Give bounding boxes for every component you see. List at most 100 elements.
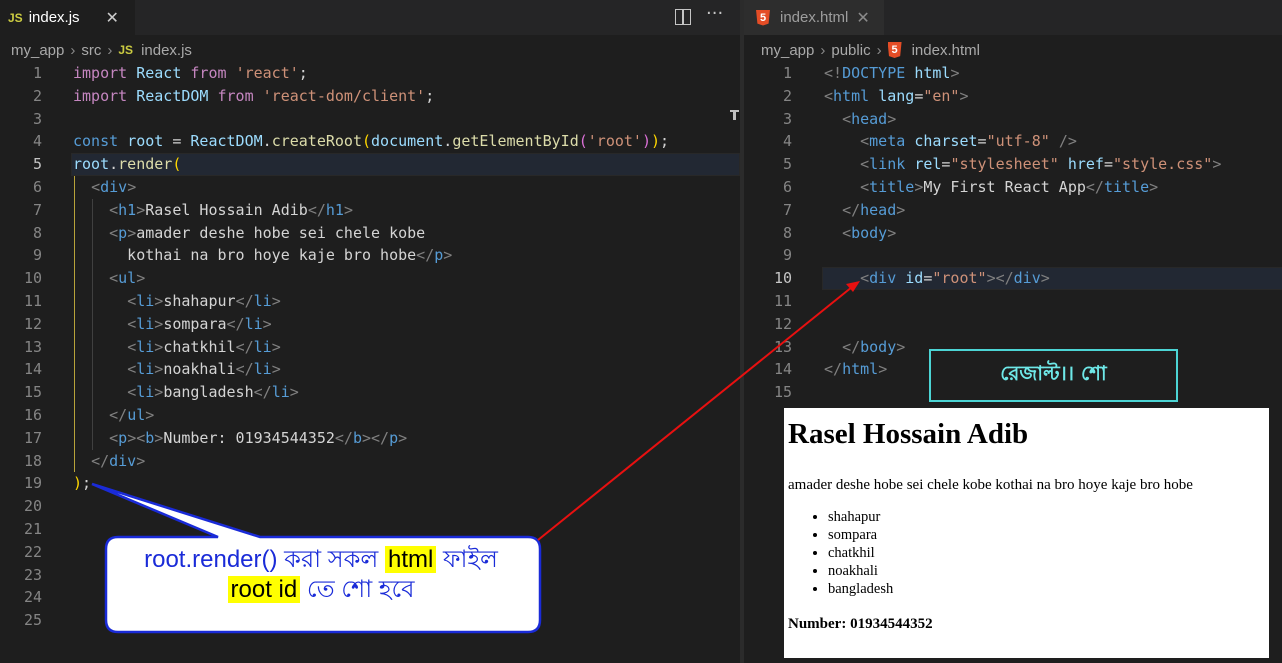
code-token: </ — [109, 406, 128, 424]
code-token: head — [851, 109, 888, 128]
code-text: </html> — [824, 358, 887, 381]
line-number: 7 — [32, 200, 42, 219]
code-token: from — [217, 86, 254, 105]
code-token: ; — [425, 86, 435, 105]
line-number: 20 — [23, 497, 42, 516]
code-token: < — [860, 178, 870, 196]
callout-text-pre: root.render() করা সকল — [144, 546, 385, 573]
line-number: 7 — [782, 200, 792, 219]
code-token: < — [127, 292, 137, 310]
code-token: < — [824, 86, 834, 105]
code-line: 10 <div id="root"></div> — [744, 267, 1282, 290]
code-line: 21 — [0, 518, 740, 541]
line-number: 10 — [773, 269, 792, 288]
breadcrumb-item[interactable]: index.js — [141, 42, 192, 59]
line-number: 8 — [782, 223, 792, 242]
code-token: > — [271, 337, 281, 356]
code-text: <p>amader deshe hobe sei chele kobe — [73, 222, 425, 245]
code-token: li — [244, 314, 263, 333]
breadcrumb-item[interactable]: my_app — [11, 42, 64, 59]
code-token: > — [950, 64, 960, 82]
code-token: ( — [578, 132, 588, 151]
code-token: > — [136, 451, 146, 470]
code-token: html — [833, 86, 870, 105]
code-token: < — [860, 269, 870, 288]
code-token: createRoot — [271, 132, 362, 151]
code-token: noakhali — [163, 360, 236, 379]
left-tab-bar: JS index.js ✕ ··· — [0, 0, 740, 35]
code-token: </ — [307, 200, 326, 219]
scrollbar-marker — [733, 110, 736, 120]
code-token: . — [109, 155, 119, 174]
code-text: <html lang="en"> — [824, 85, 969, 108]
code-token: meta — [869, 132, 906, 151]
indent-guide — [74, 176, 75, 473]
breadcrumb-item[interactable]: src — [81, 42, 101, 59]
line-number: 4 — [782, 132, 792, 151]
more-actions-icon[interactable]: ··· — [706, 3, 723, 24]
code-token: kothai na bro hoye kaje bro hobe — [73, 246, 417, 265]
code-token: = — [914, 86, 924, 105]
line-number: 14 — [23, 360, 42, 379]
breadcrumb-item[interactable]: my_app — [761, 42, 814, 59]
code-token: > — [896, 337, 906, 356]
line-number: 9 — [782, 246, 792, 265]
code-line: 3 <head> — [744, 108, 1282, 131]
split-editor-icon[interactable] — [675, 9, 691, 25]
breadcrumb-item[interactable]: public — [831, 42, 870, 59]
code-token: li — [136, 360, 155, 379]
code-token: amader deshe hobe sei chele kobe — [136, 223, 426, 242]
code-token: head — [860, 200, 897, 219]
code-token: li — [136, 337, 155, 356]
close-icon[interactable]: ✕ — [856, 8, 869, 28]
code-line: 3 — [0, 108, 740, 131]
code-text: ); — [73, 472, 91, 495]
code-line: 19); — [0, 472, 740, 495]
code-token: = — [1103, 155, 1113, 174]
line-number: 24 — [23, 588, 42, 607]
code-token: < — [860, 132, 870, 151]
code-token: > — [343, 200, 353, 219]
code-token: > — [271, 292, 281, 310]
code-text: <div> — [73, 176, 136, 199]
code-token: > — [154, 337, 164, 356]
tab-index-js[interactable]: JS index.js ✕ — [0, 0, 135, 35]
line-number: 9 — [32, 246, 42, 265]
code-token: ReactDOM — [136, 86, 209, 105]
code-token: 'root' — [587, 132, 642, 151]
code-token: "style.css" — [1113, 155, 1213, 174]
code-token: import — [73, 64, 128, 82]
code-token: h1 — [118, 200, 137, 219]
code-token: charset — [914, 132, 978, 151]
code-text: import ReactDOM from 'react-dom/client'; — [73, 85, 434, 108]
code-token: > — [1149, 178, 1159, 196]
code-token: "en" — [923, 86, 960, 105]
code-token: root — [73, 155, 110, 174]
code-line: 25 — [0, 609, 740, 632]
line-number: 4 — [32, 132, 42, 151]
code-token: < — [842, 109, 852, 128]
code-token: > — [443, 246, 453, 265]
line-number: 11 — [773, 292, 792, 310]
code-token: html — [842, 360, 879, 379]
code-token: > — [1040, 269, 1050, 288]
browser-preview: Rasel Hossain Adib amader deshe hobe sei… — [784, 408, 1269, 658]
code-token: render — [118, 155, 173, 174]
callout-highlight-root-id: root id — [227, 576, 301, 603]
close-icon[interactable]: ✕ — [106, 8, 119, 28]
code-token: < — [91, 178, 101, 196]
chevron-right-icon: › — [876, 41, 882, 59]
breadcrumb-item[interactable]: index.html — [912, 42, 980, 59]
code-line: 15 <li>bangladesh</li> — [0, 381, 740, 404]
code-token: = — [163, 132, 191, 151]
tab-index-html[interactable]: 5 index.html ✕ — [744, 0, 884, 35]
code-line: 8 <body> — [744, 222, 1282, 245]
code-token: div — [1013, 269, 1041, 288]
code-token: </ — [235, 292, 254, 310]
